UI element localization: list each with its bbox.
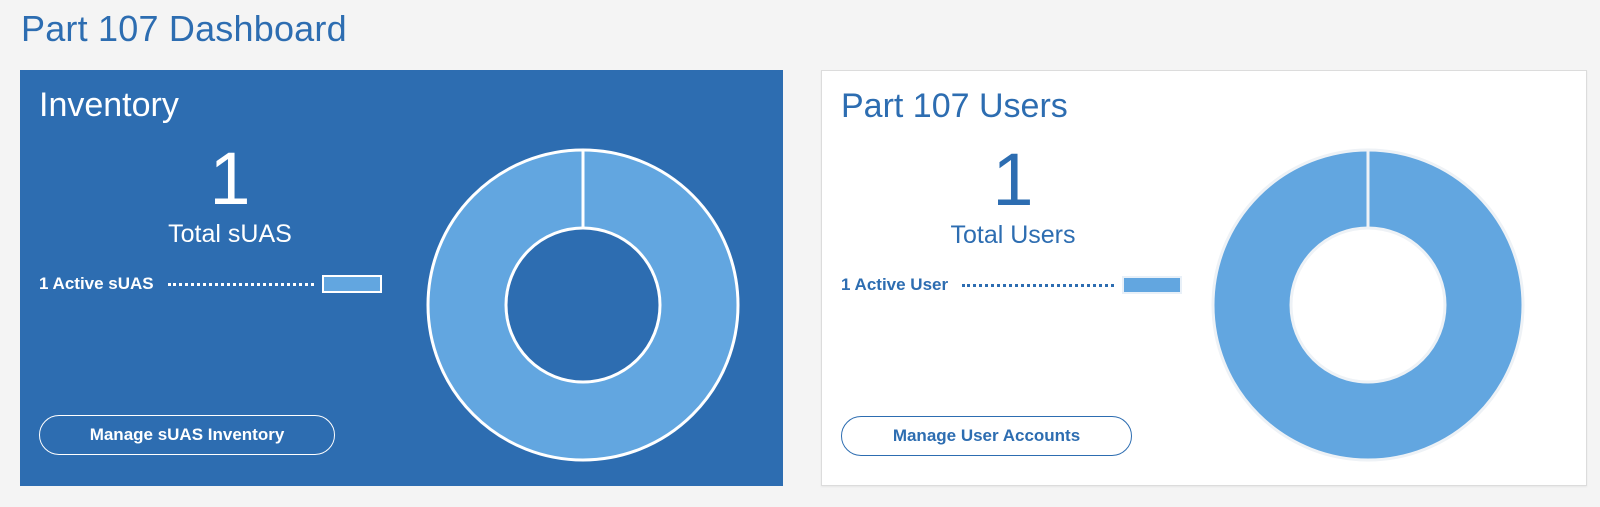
inventory-legend: 1 Active sUAS: [39, 272, 382, 296]
users-card-title: Part 107 Users: [841, 87, 1068, 125]
page-title: Part 107 Dashboard: [21, 8, 347, 49]
inventory-legend-label: 1 Active sUAS: [39, 274, 154, 293]
total-users-label: Total Users: [950, 221, 1076, 249]
manage-user-accounts-button[interactable]: Manage User Accounts: [841, 416, 1132, 456]
inventory-donut-chart: [426, 148, 740, 462]
total-users-count: 1: [992, 138, 1034, 221]
manage-suas-inventory-button[interactable]: Manage sUAS Inventory: [39, 415, 335, 455]
inventory-legend-swatch: [321, 275, 382, 293]
inventory-card: Inventory 1 Total sUAS 1 Active sUAS Man…: [20, 70, 783, 486]
users-legend-leader: [962, 283, 1115, 287]
users-legend-swatch: [1122, 276, 1183, 294]
users-legend-label: 1 Active User: [841, 275, 949, 294]
inventory-donut-inner-edge: [504, 226, 662, 384]
users-donut-chart: [1211, 148, 1525, 462]
total-suas-count: 1: [209, 137, 251, 220]
inventory-card-title: Inventory: [39, 86, 179, 124]
users-card: Part 107 Users 1 Total Users 1 Active Us…: [821, 70, 1587, 486]
users-donut-inner-edge: [1289, 226, 1447, 384]
total-suas-label: Total sUAS: [168, 220, 292, 248]
inventory-legend-leader: [167, 282, 314, 286]
users-legend: 1 Active User: [841, 273, 1183, 297]
